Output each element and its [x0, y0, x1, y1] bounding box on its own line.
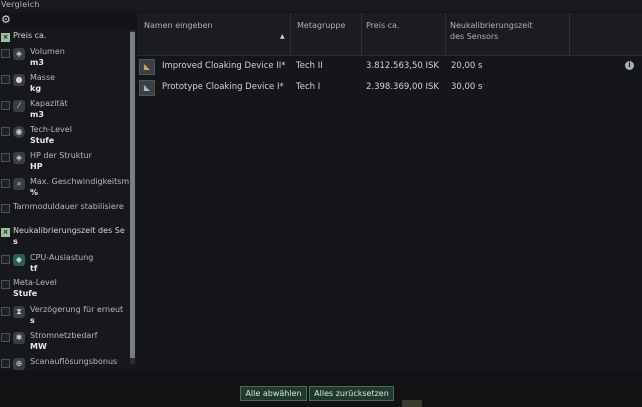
- checkbox[interactable]: [1, 153, 10, 162]
- comparison-table: Namen eingeben ▲ Metagruppe Preis ca. Ne…: [137, 13, 642, 370]
- attribute-item-max-geschwindigkeit[interactable]: » Max. Geschwindigkeitsm %: [0, 176, 130, 202]
- checkbox[interactable]: [1, 101, 10, 110]
- checkbox[interactable]: [1, 179, 10, 188]
- deselect-all-button[interactable]: Alle abwählen: [240, 386, 307, 401]
- sort-arrow-icon: ▲: [280, 33, 285, 40]
- column-header-preis[interactable]: Preis ca.: [366, 20, 400, 31]
- window-titlebar: Vergleich: [0, 0, 642, 12]
- reset-all-button[interactable]: Alles zurücksetzen: [309, 386, 394, 401]
- attribute-item-tarnmoduldauer[interactable]: Tarnmoduldauer stabilisiere: [0, 202, 130, 216]
- table-row[interactable]: ◣ Improved Cloaking Device II* Tech II 3…: [137, 56, 642, 76]
- checkbox[interactable]: [1, 127, 10, 136]
- column-divider[interactable]: [569, 13, 570, 55]
- checkbox[interactable]: ×: [1, 228, 10, 237]
- attribute-item-tech-level[interactable]: ◉ Tech-Level Stufe: [0, 124, 130, 150]
- table-header: Namen eingeben ▲ Metagruppe Preis ca. Ne…: [137, 13, 642, 56]
- info-icon[interactable]: i: [625, 61, 634, 70]
- column-divider[interactable]: [290, 13, 291, 55]
- attribute-item-masse[interactable]: ● Masse kg: [0, 72, 130, 98]
- attribute-item-verzoegerung[interactable]: ⧗ Verzögerung für erneut s: [0, 304, 130, 330]
- checkbox[interactable]: ×: [1, 33, 10, 42]
- background-decoration: [402, 400, 422, 407]
- column-header-neukalibrierung[interactable]: Neukalibrierungszeit des Sensors: [450, 20, 532, 42]
- attribute-item-hp-struktur[interactable]: ◈ HP der Struktur HP: [0, 150, 130, 176]
- column-divider[interactable]: [361, 13, 362, 55]
- window-title: Vergleich: [1, 0, 40, 9]
- weight-icon: ●: [13, 74, 25, 86]
- tech-level-icon: ◉: [13, 126, 25, 138]
- cloaking-device-icon: ◣: [139, 59, 155, 75]
- attribute-item-scanaufloesungsbonus[interactable]: ⊕ Scanauflösungsbonus: [0, 356, 130, 370]
- scrollbar-thumb[interactable]: [130, 32, 135, 358]
- gear-icon[interactable]: ⚙: [1, 14, 12, 25]
- column-header-name[interactable]: Namen eingeben: [144, 20, 213, 31]
- attribute-item-kapazitaet[interactable]: ⁄ Kapazität m3: [0, 98, 130, 124]
- hourglass-icon: ⧗: [13, 306, 25, 318]
- checkbox[interactable]: [1, 359, 10, 368]
- attribute-item-preis[interactable]: × Preis ca.: [0, 31, 130, 45]
- attribute-list: × Preis ca. ◈ Volumen m3 ● Masse kg ⁄ Ka…: [0, 30, 136, 370]
- attribute-item-neukalibrierungszeit[interactable]: × Neukalibrierungszeit des Se s: [0, 226, 130, 252]
- checkbox[interactable]: [1, 280, 10, 289]
- checkbox[interactable]: [1, 204, 10, 213]
- cpu-icon: ◆: [13, 254, 25, 266]
- attribute-item-cpu[interactable]: ◆ CPU-Auslastung tf: [0, 252, 130, 278]
- checkbox[interactable]: [1, 307, 10, 316]
- left-scrollbar[interactable]: [130, 30, 135, 364]
- speed-icon: »: [13, 178, 25, 190]
- attribute-item-volumen[interactable]: ◈ Volumen m3: [0, 46, 130, 72]
- attribute-item-stromnetzbedarf[interactable]: ✱ Stromnetzbedarf MW: [0, 330, 130, 356]
- power-icon: ✱: [13, 332, 25, 344]
- scan-icon: ⊕: [13, 358, 25, 370]
- column-divider[interactable]: [445, 13, 446, 55]
- capacity-icon: ⁄: [13, 100, 25, 112]
- cube-icon: ◈: [13, 48, 25, 60]
- checkbox[interactable]: [1, 49, 10, 58]
- column-header-metagruppe[interactable]: Metagruppe: [297, 20, 345, 31]
- checkbox[interactable]: [1, 255, 10, 264]
- structure-icon: ◈: [13, 152, 25, 164]
- checkbox[interactable]: [1, 75, 10, 84]
- checkbox[interactable]: [1, 333, 10, 342]
- attribute-item-meta-level[interactable]: Meta-Level Stufe: [0, 278, 130, 304]
- cloaking-device-icon: ◣: [139, 80, 155, 96]
- table-row[interactable]: ◣ Prototype Cloaking Device I* Tech I 2.…: [137, 77, 642, 97]
